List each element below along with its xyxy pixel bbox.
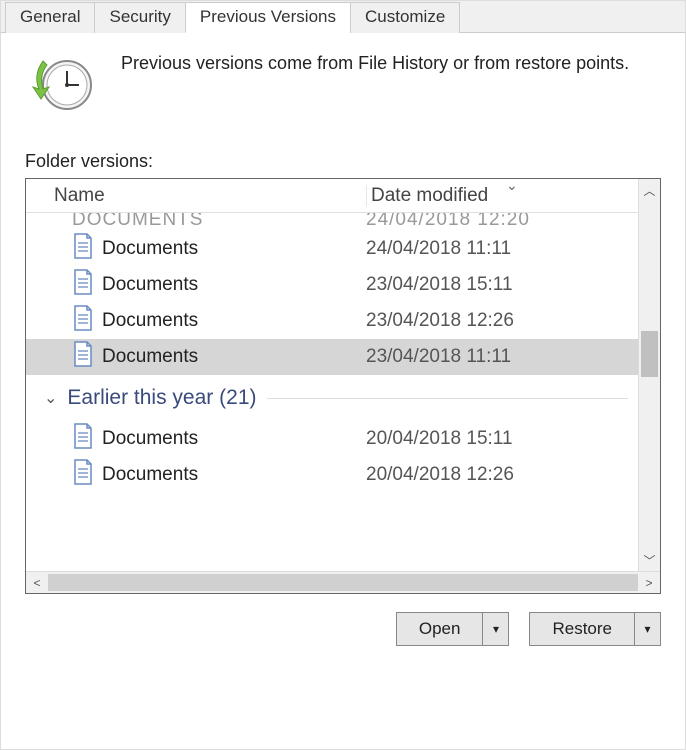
document-icon bbox=[72, 341, 102, 373]
document-icon bbox=[72, 423, 102, 455]
list-item-date: 23/04/2018 15:11 bbox=[366, 274, 513, 296]
list-item[interactable]: Documents 23/04/2018 15:11 bbox=[26, 267, 638, 303]
restore-clock-icon bbox=[29, 51, 93, 115]
horizontal-scrollbar[interactable]: < > bbox=[26, 571, 660, 593]
group-label: Earlier this year (21) bbox=[67, 386, 256, 410]
list-item[interactable]: Documents 24/04/2018 11:11 bbox=[26, 231, 638, 267]
tab-general[interactable]: General bbox=[5, 2, 95, 33]
group-divider bbox=[267, 398, 629, 399]
tab-customize[interactable]: Customize bbox=[350, 2, 460, 33]
list-item-date: 20/04/2018 12:26 bbox=[366, 464, 514, 486]
list-item[interactable]: Documents 20/04/2018 15:11 bbox=[26, 421, 638, 457]
list-item-name: Documents bbox=[102, 464, 366, 486]
chevron-down-icon: ⌄ bbox=[44, 388, 57, 408]
scroll-thumb[interactable] bbox=[48, 574, 638, 591]
list-item-name: Documents bbox=[102, 274, 366, 296]
list-item-date: 23/04/2018 12:26 bbox=[366, 310, 514, 332]
document-icon bbox=[72, 269, 102, 301]
scroll-right-arrow-icon[interactable]: > bbox=[638, 572, 660, 593]
restore-dropdown-arrow-icon[interactable]: ▾ bbox=[634, 613, 660, 645]
section-label-folder-versions: Folder versions: bbox=[25, 151, 685, 172]
open-dropdown-arrow-icon[interactable]: ▾ bbox=[482, 613, 508, 645]
list-item-name: Documents bbox=[72, 213, 366, 231]
list-item-name: Documents bbox=[102, 428, 366, 450]
list-item[interactable]: Documents 23/04/2018 11:11 bbox=[26, 339, 638, 375]
scroll-thumb[interactable] bbox=[641, 331, 658, 377]
list-item-date: 24/04/2018 11:11 bbox=[366, 238, 511, 260]
restore-button[interactable]: Restore ▾ bbox=[529, 612, 661, 646]
document-icon bbox=[72, 233, 102, 265]
list-item-date: 20/04/2018 15:11 bbox=[366, 428, 513, 450]
column-header-name[interactable]: Name bbox=[26, 185, 366, 207]
scroll-up-arrow-icon[interactable]: ︿ bbox=[639, 179, 660, 201]
list-item[interactable]: Documents 20/04/2018 12:26 bbox=[26, 457, 638, 493]
list-row-cutoff[interactable]: Documents 24/04/2018 12:20 bbox=[26, 213, 638, 231]
versions-list: Name Date modified ⌄ Documents 24/04/201… bbox=[25, 178, 661, 594]
list-item-name: Documents bbox=[102, 238, 366, 260]
list-item-name: Documents bbox=[102, 310, 366, 332]
column-headers: Name Date modified ⌄ bbox=[26, 179, 638, 213]
info-banner: Previous versions come from File History… bbox=[1, 33, 685, 125]
tab-bar: General Security Previous Versions Custo… bbox=[1, 1, 685, 33]
column-sort-chevron-icon: ⌄ bbox=[506, 179, 518, 194]
scroll-track[interactable] bbox=[48, 574, 638, 591]
info-text: Previous versions come from File History… bbox=[121, 51, 629, 75]
open-button[interactable]: Open ▾ bbox=[396, 612, 510, 646]
list-item-date: 24/04/2018 12:20 bbox=[366, 213, 530, 231]
tab-security[interactable]: Security bbox=[94, 2, 185, 33]
document-icon bbox=[72, 305, 102, 337]
scroll-left-arrow-icon[interactable]: < bbox=[26, 572, 48, 593]
list-item-name: Documents bbox=[102, 346, 366, 368]
tab-previous-versions[interactable]: Previous Versions bbox=[185, 2, 351, 33]
action-buttons: Open ▾ Restore ▾ bbox=[1, 594, 685, 646]
vertical-scrollbar[interactable]: ︿ ﹀ bbox=[638, 179, 660, 571]
list-item[interactable]: Documents 23/04/2018 12:26 bbox=[26, 303, 638, 339]
restore-button-label[interactable]: Restore bbox=[530, 613, 634, 645]
group-header-earlier-this-year[interactable]: ⌄ Earlier this year (21) bbox=[26, 375, 638, 421]
document-icon bbox=[72, 459, 102, 491]
list-item-date: 23/04/2018 11:11 bbox=[366, 346, 511, 368]
scroll-track[interactable] bbox=[639, 201, 660, 549]
open-button-label[interactable]: Open bbox=[397, 613, 483, 645]
scroll-down-arrow-icon[interactable]: ﹀ bbox=[639, 549, 660, 571]
column-header-date[interactable]: Date modified bbox=[366, 185, 638, 207]
